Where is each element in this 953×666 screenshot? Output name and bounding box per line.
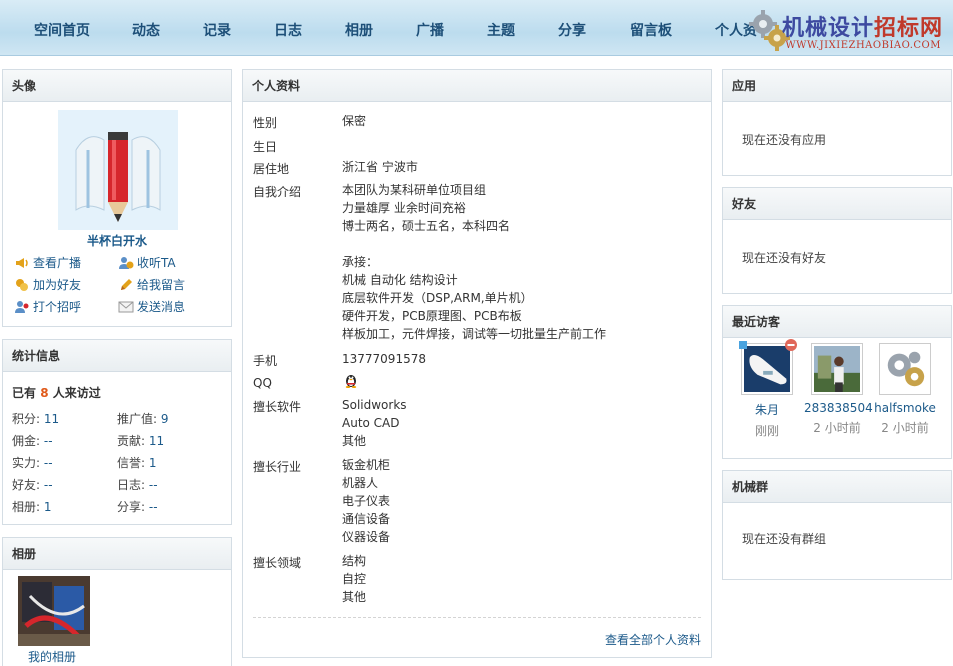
- phone-label: 手机: [253, 354, 278, 368]
- broadcast-icon: [16, 257, 28, 268]
- stat-commission: 佣金: --: [12, 434, 53, 448]
- view-full-profile-link[interactable]: 查看全部个人资料: [605, 631, 701, 648]
- software-value: Solidworks Auto CAD 其他: [342, 398, 407, 448]
- field-value: 结构 自控 其他: [342, 554, 367, 604]
- apps-empty-text: 现在还没有应用: [742, 133, 827, 147]
- stat-contribution: 贡献: 11: [117, 434, 165, 448]
- site-logo: 机械设计招标网 WWW.JIXIEZHAOBIAO.COM: [747, 6, 947, 54]
- industry-value: 钣金机柜 机器人 电子仪表 通信设备 仪器设备: [342, 458, 391, 544]
- visitor-item[interactable]: 朱月 刚刚: [734, 339, 800, 439]
- nav-topics[interactable]: 主题: [487, 20, 515, 40]
- nav-share[interactable]: 分享: [558, 20, 586, 40]
- follow-icon: [119, 256, 134, 269]
- online-status-icon: [739, 341, 747, 349]
- visitor-name[interactable]: halfsmoke: [872, 401, 938, 415]
- view-broadcast-link[interactable]: 查看广播: [14, 254, 81, 271]
- friends-empty-text: 现在还没有好友: [742, 251, 827, 265]
- avatar[interactable]: [58, 110, 178, 230]
- panel-title: 机械群: [723, 471, 951, 503]
- stat-albums: 相册: 1: [12, 500, 52, 514]
- pencil-icon: [121, 278, 132, 290]
- brand-title: 机械设计招标网: [781, 15, 943, 41]
- gender-label: 性别: [253, 116, 278, 130]
- follow-link[interactable]: 收听TA: [118, 254, 176, 271]
- intro-label: 自我介绍: [253, 185, 302, 199]
- panel-title: 头像: [3, 70, 231, 102]
- divider: [253, 617, 701, 618]
- nav-feed[interactable]: 动态: [132, 20, 160, 40]
- gender-value: 保密: [342, 114, 367, 128]
- greet-icon: [15, 300, 29, 313]
- groups-panel: 机械群 现在还没有群组: [722, 470, 952, 580]
- visitor-avatar[interactable]: [739, 339, 797, 395]
- nav-album[interactable]: 相册: [345, 20, 373, 40]
- visitor-name[interactable]: 朱月: [734, 401, 800, 418]
- album-panel: 相册 我的相册: [2, 537, 232, 666]
- visit-time: 刚刚: [754, 424, 779, 438]
- nav-guestbook[interactable]: 留言板: [630, 20, 672, 40]
- user-name[interactable]: 半杯白开水: [3, 232, 231, 249]
- panel-title: 统计信息: [3, 340, 231, 372]
- visitor-item[interactable]: halfsmoke 2 小时前: [872, 343, 938, 436]
- send-message-link[interactable]: 发送消息: [118, 298, 185, 315]
- add-friend-link[interactable]: 加为好友: [14, 276, 81, 293]
- stat-friends: 好友: --: [12, 478, 53, 492]
- visitor-avatar[interactable]: [811, 343, 863, 395]
- visitor-avatar[interactable]: [879, 343, 931, 395]
- nav-home[interactable]: 空间首页: [34, 20, 90, 40]
- panel-title: 个人资料: [243, 70, 711, 102]
- software-label: 擅长软件: [253, 400, 302, 414]
- stats-panel: 统计信息 已有 8 人来访过 积分: 11 推广值: 9 佣金: -- 贡献: …: [2, 339, 232, 525]
- top-navigation: 空间首页 动态 记录 日志 相册 广播 主题 分享 留言板 个人资 机械设计招标…: [0, 0, 953, 56]
- avatar-panel: 头像 半杯白开水 查看广播 收听TA 加为好友 给我留言 打个招呼 发送消息: [2, 69, 232, 327]
- panel-title: 应用: [723, 70, 951, 102]
- profile-panel: 个人资料 性别 保密 生日 居住地 浙江省 宁波市 自我介绍 本团队为某科研单位…: [242, 69, 712, 658]
- brand-url: WWW.JIXIEZHAOBIAO.COM: [785, 40, 941, 51]
- panel-title: 好友: [723, 188, 951, 220]
- qq-penguin-icon[interactable]: [343, 372, 359, 388]
- visitor-item[interactable]: 283838504 2 小时前: [804, 343, 873, 436]
- visitors-panel: 最近访客 朱月 刚刚 283838504 2 小时前 halfsmoke 2 小…: [722, 305, 952, 459]
- visit-time: 2 小时前: [881, 421, 929, 435]
- nav-records[interactable]: 记录: [203, 20, 231, 40]
- greet-link[interactable]: 打个招呼: [14, 298, 81, 315]
- stat-strength: 实力: --: [12, 456, 53, 470]
- qq-label: QQ: [253, 376, 272, 390]
- phone-value: 13777091578: [342, 352, 426, 366]
- album-name-link[interactable]: 我的相册: [28, 648, 76, 665]
- pencil-avatar-icon: [58, 110, 178, 230]
- industry-label: 擅长行业: [253, 460, 302, 474]
- visitor-name[interactable]: 283838504: [804, 401, 873, 415]
- field-label: 擅长领域: [253, 556, 302, 570]
- visit-time: 2 小时前: [813, 421, 861, 435]
- residence-value: 浙江省 宁波市: [342, 160, 418, 174]
- nav-broadcast[interactable]: 广播: [416, 20, 444, 40]
- leave-message-link[interactable]: 给我留言: [118, 276, 185, 293]
- album-cover-image: [18, 576, 90, 646]
- birthday-label: 生日: [253, 140, 278, 154]
- envelope-icon: [118, 301, 134, 312]
- stat-shares: 分享: --: [117, 500, 158, 514]
- friends-panel: 好友 现在还没有好友: [722, 187, 952, 294]
- panel-title: 相册: [3, 538, 231, 570]
- remove-visitor-icon[interactable]: [784, 338, 798, 352]
- residence-label: 居住地: [253, 162, 290, 176]
- visit-count: 已有 8 人来访过: [12, 386, 101, 400]
- apps-panel: 应用 现在还没有应用: [722, 69, 952, 176]
- stat-promotion: 推广值: 9: [117, 412, 169, 426]
- album-thumbnail[interactable]: [18, 576, 90, 646]
- nav-blog[interactable]: 日志: [274, 20, 302, 40]
- add-friend-icon: [16, 278, 28, 291]
- stat-credit: 信誉: 1: [117, 456, 157, 470]
- gears-icon: [882, 346, 928, 392]
- intro-value: 本团队为某科研单位项目组 力量雄厚 业余时间充裕 博士两名，硕士五名，本科四名 …: [342, 183, 607, 341]
- stat-blogs: 日志: --: [117, 478, 158, 492]
- panel-title: 最近访客: [723, 306, 951, 338]
- stat-points: 积分: 11: [12, 412, 60, 426]
- groups-empty-text: 现在还没有群组: [742, 532, 827, 546]
